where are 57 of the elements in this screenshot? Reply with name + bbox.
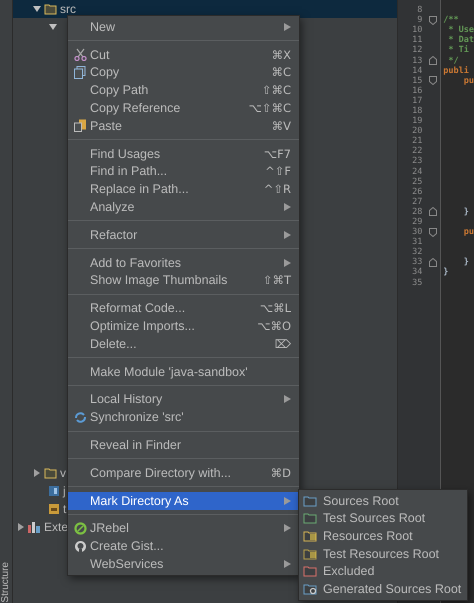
shortcut-label: ⌥F7 (264, 146, 291, 161)
code-line: * Use (447, 25, 474, 36)
line-number: 34 (411, 267, 422, 278)
code-line: pu (462, 227, 474, 238)
line-number: 22 (411, 146, 422, 156)
line-number: 13 (411, 56, 422, 66)
line-number: 16 (411, 86, 422, 96)
shortcut-label: ⇧⌘T (262, 273, 291, 288)
tree-item-label: src (60, 2, 76, 16)
shortcut-label: ⌥⌘L (260, 301, 291, 316)
line-number: 8 (416, 5, 422, 16)
line-number: 35 (411, 278, 422, 288)
shortcut-label: ⌘X (272, 48, 291, 62)
code-line: * Ti (447, 45, 469, 56)
line-number: 10 (411, 25, 422, 36)
line-number: 18 (411, 106, 422, 116)
line-number: 30 (411, 227, 422, 238)
tree-item-label: Exte (44, 520, 68, 534)
code-line: */ (447, 56, 459, 66)
code-line: } (462, 206, 469, 217)
code-line: } (443, 267, 448, 278)
code-line: pu (462, 76, 474, 86)
line-number: 20 (411, 126, 422, 136)
line-number: 26 (411, 186, 422, 197)
line-number: 32 (411, 247, 422, 258)
line-number: 21 (411, 136, 422, 146)
line-number: 14 (411, 66, 422, 76)
shortcut-label: ^⇧F (265, 164, 291, 178)
shortcut-label: ⌦ (274, 336, 291, 351)
line-number: 15 (411, 76, 422, 86)
line-number: 11 (411, 35, 422, 46)
code-line: /** (443, 15, 459, 26)
shortcut-label: ⌘D (270, 466, 291, 480)
tree-item-label: t (63, 502, 66, 516)
shortcut-label: ^⇧R (264, 182, 291, 196)
line-number: 12 (411, 45, 422, 56)
code-line: publi (443, 66, 469, 76)
line-number: 28 (411, 206, 422, 217)
shortcut-label: ⌥⇧⌘C (248, 101, 291, 116)
shortcut-label: ⌥⌘O (257, 319, 291, 334)
line-number: 29 (411, 217, 422, 228)
shortcut-label: ⇧⌘C (262, 83, 291, 98)
tree-item-label: j (63, 484, 66, 498)
line-number: 19 (411, 116, 422, 126)
line-number: 23 (411, 156, 422, 166)
line-number: 33 (411, 257, 422, 268)
code-line: } (462, 257, 469, 268)
line-number: 25 (411, 176, 422, 187)
line-number: 24 (411, 166, 422, 177)
line-number: 27 (411, 196, 422, 207)
line-number: 17 (411, 96, 422, 106)
line-number: 9 (416, 15, 422, 26)
code-line: * Dat (447, 35, 474, 46)
shortcut-label: ⌘V (272, 118, 291, 133)
tree-item-label: v (60, 466, 66, 480)
line-number: 31 (411, 237, 422, 248)
shortcut-label: ⌘C (271, 65, 291, 80)
